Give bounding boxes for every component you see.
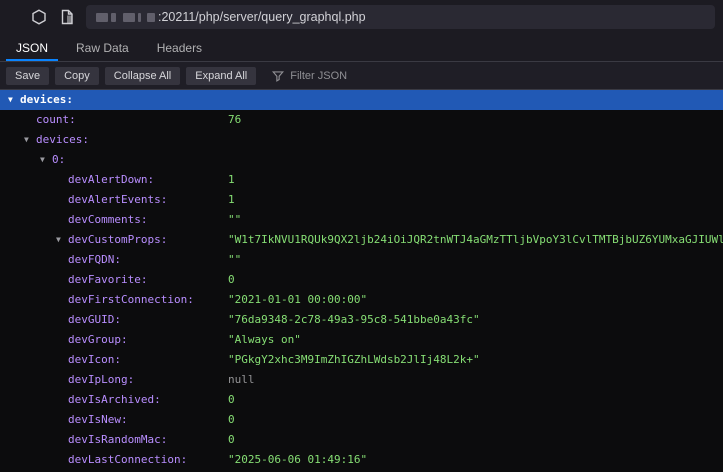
twisty-icon[interactable]: ▼ <box>24 130 29 150</box>
json-key: devFQDN: <box>68 250 121 270</box>
json-row[interactable]: devAlertEvents: 1 <box>0 190 723 210</box>
filter-placeholder: Filter JSON <box>290 70 347 82</box>
json-value: "2021-01-01 00:00:00" <box>228 290 367 310</box>
json-toolbar: Save Copy Collapse All Expand All Filter… <box>0 62 723 90</box>
json-key: devFirstConnection: <box>68 290 194 310</box>
copy-button[interactable]: Copy <box>55 67 99 85</box>
filter-icon <box>272 70 284 82</box>
json-key: devComments: <box>68 210 147 230</box>
json-key: devIcon: <box>68 350 121 370</box>
json-key: count: <box>36 110 76 130</box>
json-value: "" <box>228 250 241 270</box>
json-row[interactable]: devIsRandomMac: 0 <box>0 430 723 450</box>
json-row[interactable]: ▼ devices: <box>0 90 723 110</box>
json-row[interactable]: devFirstConnection: "2021-01-01 00:00:00" <box>0 290 723 310</box>
tab-headers[interactable]: Headers <box>143 34 216 61</box>
json-key: devIsArchived: <box>68 390 161 410</box>
json-key: devices: <box>20 90 73 110</box>
json-row[interactable]: ▼ devCustomProps: "W1t7IkNVU1RQUk9QX2ljb24… <box>0 230 723 250</box>
json-value: "" <box>228 210 241 230</box>
json-key: devIsRandomMac: <box>68 430 167 450</box>
expand-all-button[interactable]: Expand All <box>186 67 256 85</box>
json-key: devGroup: <box>68 330 128 350</box>
tab-json[interactable]: JSON <box>2 34 62 61</box>
json-key: devFavorite: <box>68 270 147 290</box>
json-row[interactable]: devLastConnection: "2025-06-06 01:49:16" <box>0 450 723 470</box>
browser-toolbar: :20211/php/server/query_graphql.php <box>0 0 723 34</box>
json-value: 1 <box>228 190 235 210</box>
json-tree: ▼devices:count:76▼devices:▼0:devAlertDow… <box>0 90 723 470</box>
page-icon[interactable] <box>58 8 76 26</box>
json-value: 1 <box>228 170 235 190</box>
json-value: "76da9348-2c78-49a3-95c8-541bbe0a43fc" <box>228 310 480 330</box>
json-value: 76 <box>228 110 241 130</box>
filter-json-input[interactable]: Filter JSON <box>272 70 347 82</box>
json-value: "2025-06-06 01:49:16" <box>228 450 367 470</box>
json-key: devIpLong: <box>68 370 134 390</box>
json-row[interactable]: devGroup: "Always on" <box>0 330 723 350</box>
json-key: 0: <box>52 150 65 170</box>
json-key: devIsNew: <box>68 410 128 430</box>
twisty-icon[interactable]: ▼ <box>56 230 61 250</box>
json-value: "Always on" <box>228 330 301 350</box>
tab-raw-data[interactable]: Raw Data <box>62 34 143 61</box>
json-row[interactable]: devFavorite: 0 <box>0 270 723 290</box>
json-row[interactable]: devGUID: "76da9348-2c78-49a3-95c8-541bbe0… <box>0 310 723 330</box>
viewer-tabs: JSON Raw Data Headers <box>0 34 723 62</box>
json-key: devices: <box>36 130 89 150</box>
json-row[interactable]: ▼ 0: <box>0 150 723 170</box>
json-value: null <box>228 370 255 390</box>
json-row[interactable]: count: 76 <box>0 110 723 130</box>
json-value: 0 <box>228 270 235 290</box>
json-row[interactable]: devIsArchived: 0 <box>0 390 723 410</box>
json-value: 0 <box>228 390 235 410</box>
json-key: devAlertDown: <box>68 170 154 190</box>
url-text: :20211/php/server/query_graphql.php <box>158 10 366 24</box>
json-value: "W1t7IkNVU1RQUk9QX2ljb24iOiJQR2tnWTJ4aGM… <box>228 230 723 250</box>
json-row[interactable]: devIcon: "PGkgY2xhc3M9ImZhIGZhLWdsb2JlIj4… <box>0 350 723 370</box>
json-row[interactable]: devIpLong: null <box>0 370 723 390</box>
twisty-icon[interactable]: ▼ <box>40 150 45 170</box>
json-row[interactable]: devIsNew: 0 <box>0 410 723 430</box>
json-key: devCustomProps: <box>68 230 167 250</box>
json-row[interactable]: devFQDN: "" <box>0 250 723 270</box>
collapse-all-button[interactable]: Collapse All <box>105 67 180 85</box>
json-row[interactable]: ▼ devices: <box>0 130 723 150</box>
json-key: devLastConnection: <box>68 450 187 470</box>
json-value: "PGkgY2xhc3M9ImZhIGZhLWdsb2JlIj48L2k+" <box>228 350 480 370</box>
json-key: devGUID: <box>68 310 121 330</box>
twisty-icon[interactable]: ▼ <box>8 90 13 110</box>
json-row[interactable]: devAlertDown: 1 <box>0 170 723 190</box>
json-row[interactable]: devComments: "" <box>0 210 723 230</box>
redacted-host <box>96 13 158 22</box>
json-value: 0 <box>228 410 235 430</box>
shield-icon[interactable] <box>30 8 48 26</box>
save-button[interactable]: Save <box>6 67 49 85</box>
json-key: devAlertEvents: <box>68 190 167 210</box>
json-value: 0 <box>228 430 235 450</box>
url-bar[interactable]: :20211/php/server/query_graphql.php <box>86 5 715 29</box>
